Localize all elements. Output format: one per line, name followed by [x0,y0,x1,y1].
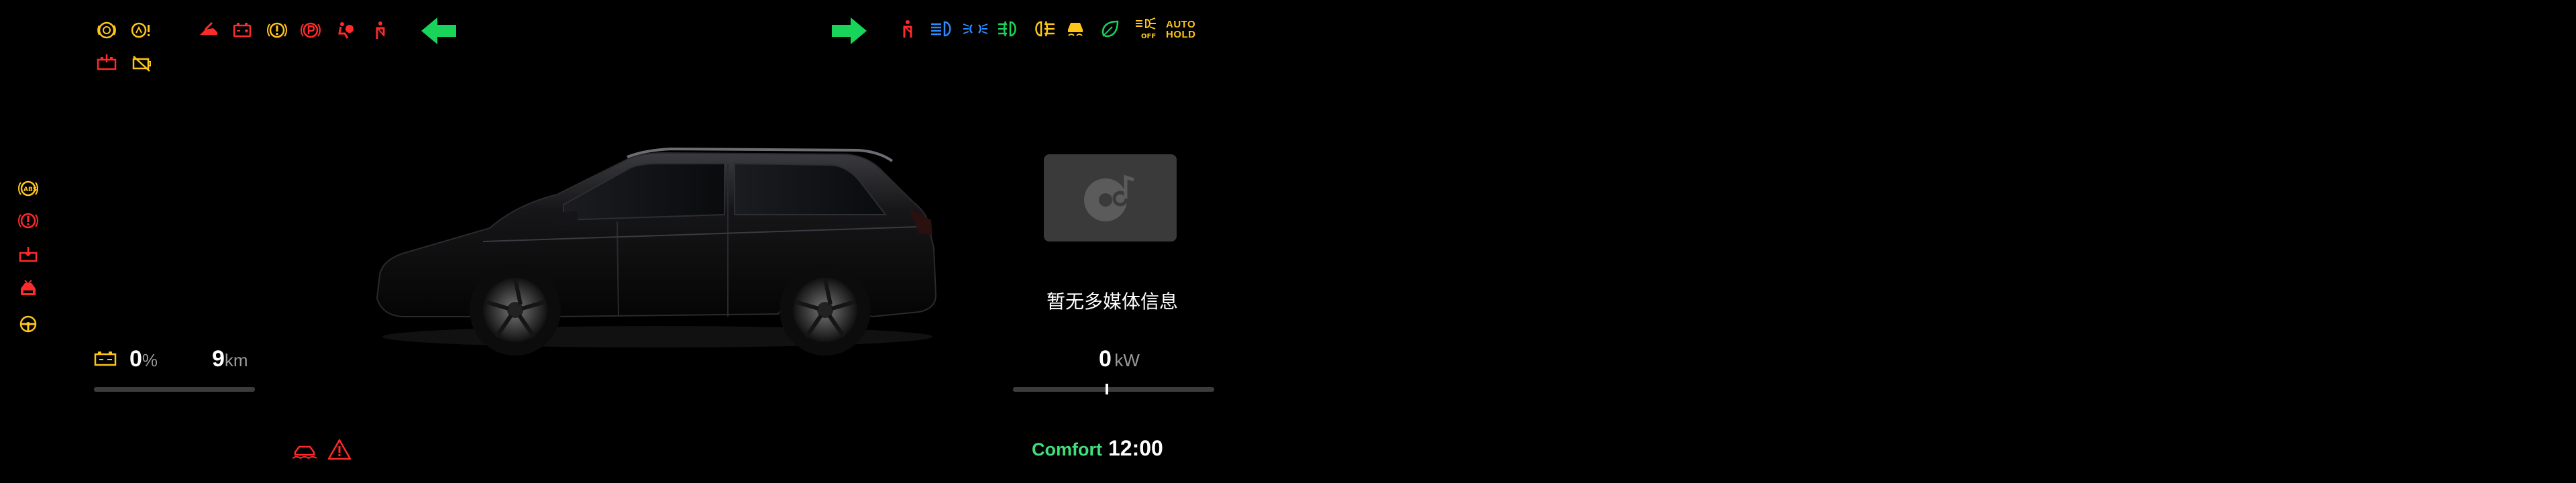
service-icon [97,20,117,40]
vehicle-image [376,147,937,356]
charging-fault-icon [131,53,152,73]
brake-warning-icon [18,211,38,231]
hood-open-icon [199,20,219,40]
instrument-cluster: OFF AUTO HOLD ABS 0% 9km 暂无多媒体信息 0 kW Co… [0,0,2576,483]
svg-text:ABS: ABS [23,186,37,193]
system-fault-icon [267,20,287,40]
range-readout: 9km [212,346,248,372]
ev-battery-fault-icon [97,53,117,73]
low-traction-icon [291,440,318,460]
svg-text:OFF: OFF [1141,33,1156,40]
ev-mode-icon [1100,19,1120,39]
airbag-icon [335,20,356,40]
power-readout: 0 kW [1099,346,1140,372]
battery-value: 0 [129,346,142,372]
tire-pressure-warning-icon [130,20,150,40]
high-beam-icon [930,19,955,39]
range-value: 9 [212,346,225,372]
media-status: 暂无多媒体信息 [1046,291,1179,312]
auto-hold-line2: HOLD [1166,29,1196,40]
range-unit: km [224,350,248,370]
front-fog-icon [997,19,1022,39]
stability-control-icon [1065,19,1085,39]
seatbelt-rear-icon [898,19,918,39]
media-album-art[interactable] [1044,154,1177,241]
general-warning-icon [327,439,352,460]
power-bar [1013,387,1214,392]
battery-percentage: 0% [129,346,158,372]
left-turn-arrow-icon [420,16,458,46]
power-value: 0 [1099,346,1112,372]
clock: 12:00 [1108,436,1163,460]
rear-fog-icon [1030,19,1056,39]
battery-warning-icon [232,20,252,40]
steering-fault-icon [18,314,38,334]
music-disc-icon [1077,168,1142,228]
drive-mode: Comfort [1032,439,1102,460]
battery-bar [94,387,255,392]
abs-icon: ABS [18,178,38,199]
auto-hold-line1: AUTO [1166,19,1196,30]
charge-cable-icon [18,245,38,265]
auto-high-beam-off-icon: OFF [1134,17,1158,40]
seatbelt-icon [370,20,390,40]
right-turn-arrow-icon [830,16,868,46]
battery-unit: % [142,350,158,370]
parking-brake-icon [301,20,321,40]
power-unit: kW [1114,350,1140,370]
power-limit-icon [18,279,38,299]
battery-level-icon [94,350,118,368]
power-bar-zero-marker [1106,384,1108,394]
position-lamps-icon [962,19,989,39]
auto-hold-indicator: AUTO HOLD [1166,19,1196,40]
